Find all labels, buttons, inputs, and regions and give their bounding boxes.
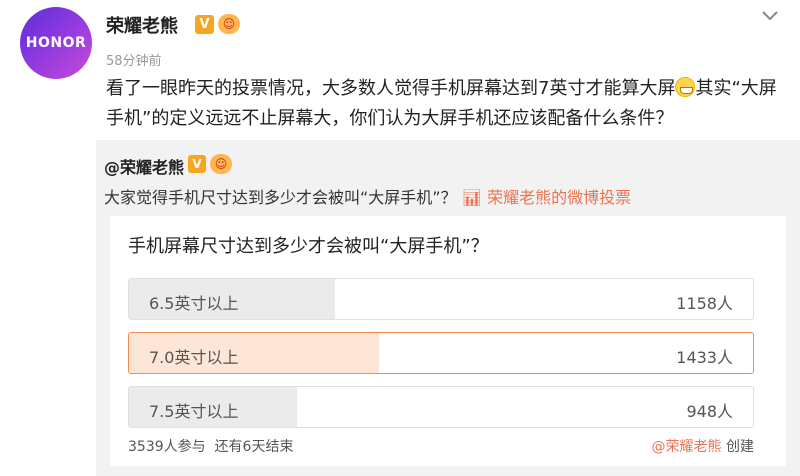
vote-link-label: 荣耀老熊的微博投票	[487, 188, 632, 207]
poll-option-count: 1158人	[676, 294, 733, 313]
verified-icon: V	[195, 15, 214, 34]
repost-card: @荣耀老熊 V ☺ 大家觉得手机尺寸达到多少才会被叫“大屏手机”？ 📊︎ 荣耀老…	[96, 140, 800, 476]
poll-card: 手机屏幕尺寸达到多少才会被叫“大屏手机”？ 6.5英寸以上 1158人 7.0英…	[110, 216, 786, 466]
weibo-post: HONOR 荣耀老熊 V ☺ 58分钟前 看了一眼昨天的投票情况，大多数人觉得手…	[0, 0, 800, 140]
vote-icon: 📊︎	[461, 188, 482, 207]
poll-creator: @荣耀老熊 创建	[652, 436, 754, 456]
poll-option-label: 7.5英寸以上	[149, 402, 239, 421]
poll-option-label: 6.5英寸以上	[149, 294, 239, 313]
avatar-logo: HONOR	[25, 35, 87, 51]
post-text-part1: 看了一眼昨天的投票情况，大多数人觉得手机屏幕达到7英寸才能算大屏	[106, 78, 676, 99]
avatar[interactable]: HONOR	[20, 7, 92, 79]
grin-emoji-icon	[675, 77, 696, 97]
repost-author[interactable]: @荣耀老熊	[104, 154, 184, 178]
poll-option-count: 1433人	[676, 348, 733, 367]
post-timestamp[interactable]: 58分钟前	[106, 50, 162, 69]
poll-option-label: 7.0英寸以上	[149, 348, 239, 367]
member-emoji-icon: ☺	[218, 14, 240, 34]
poll-stats: 3539人参与 还有6天结束	[128, 436, 293, 456]
poll-creator-link[interactable]: @荣耀老熊	[652, 439, 722, 455]
repost-text-body: 大家觉得手机尺寸达到多少才会被叫“大屏手机”？	[104, 188, 457, 207]
member-emoji-icon: ☺	[210, 154, 232, 174]
post-text: 看了一眼昨天的投票情况，大多数人觉得手机屏幕达到7英寸才能算大屏 其实“大屏手机”…	[106, 74, 786, 134]
chevron-down-icon[interactable]	[758, 6, 782, 26]
repost-text: 大家觉得手机尺寸达到多少才会被叫“大屏手机”？ 📊︎ 荣耀老熊的微博投票	[104, 184, 631, 208]
poll-created-label: 创建	[726, 439, 754, 455]
weibo-vote-link[interactable]: 📊︎ 荣耀老熊的微博投票	[462, 188, 631, 207]
poll-participants: 3539人参与	[128, 439, 206, 455]
poll-option[interactable]: 7.5英寸以上 948人	[128, 386, 754, 428]
post-author[interactable]: 荣耀老熊	[106, 12, 178, 38]
poll-option-count: 948人	[686, 402, 733, 421]
poll-question: 手机屏幕尺寸达到多少才会被叫“大屏手机”？	[128, 236, 489, 257]
poll-option[interactable]: 6.5英寸以上 1158人	[128, 278, 754, 320]
verified-icon: V	[188, 155, 206, 173]
poll-remaining: 还有6天结束	[214, 439, 294, 455]
poll-option[interactable]: 7.0英寸以上 1433人	[128, 332, 754, 374]
